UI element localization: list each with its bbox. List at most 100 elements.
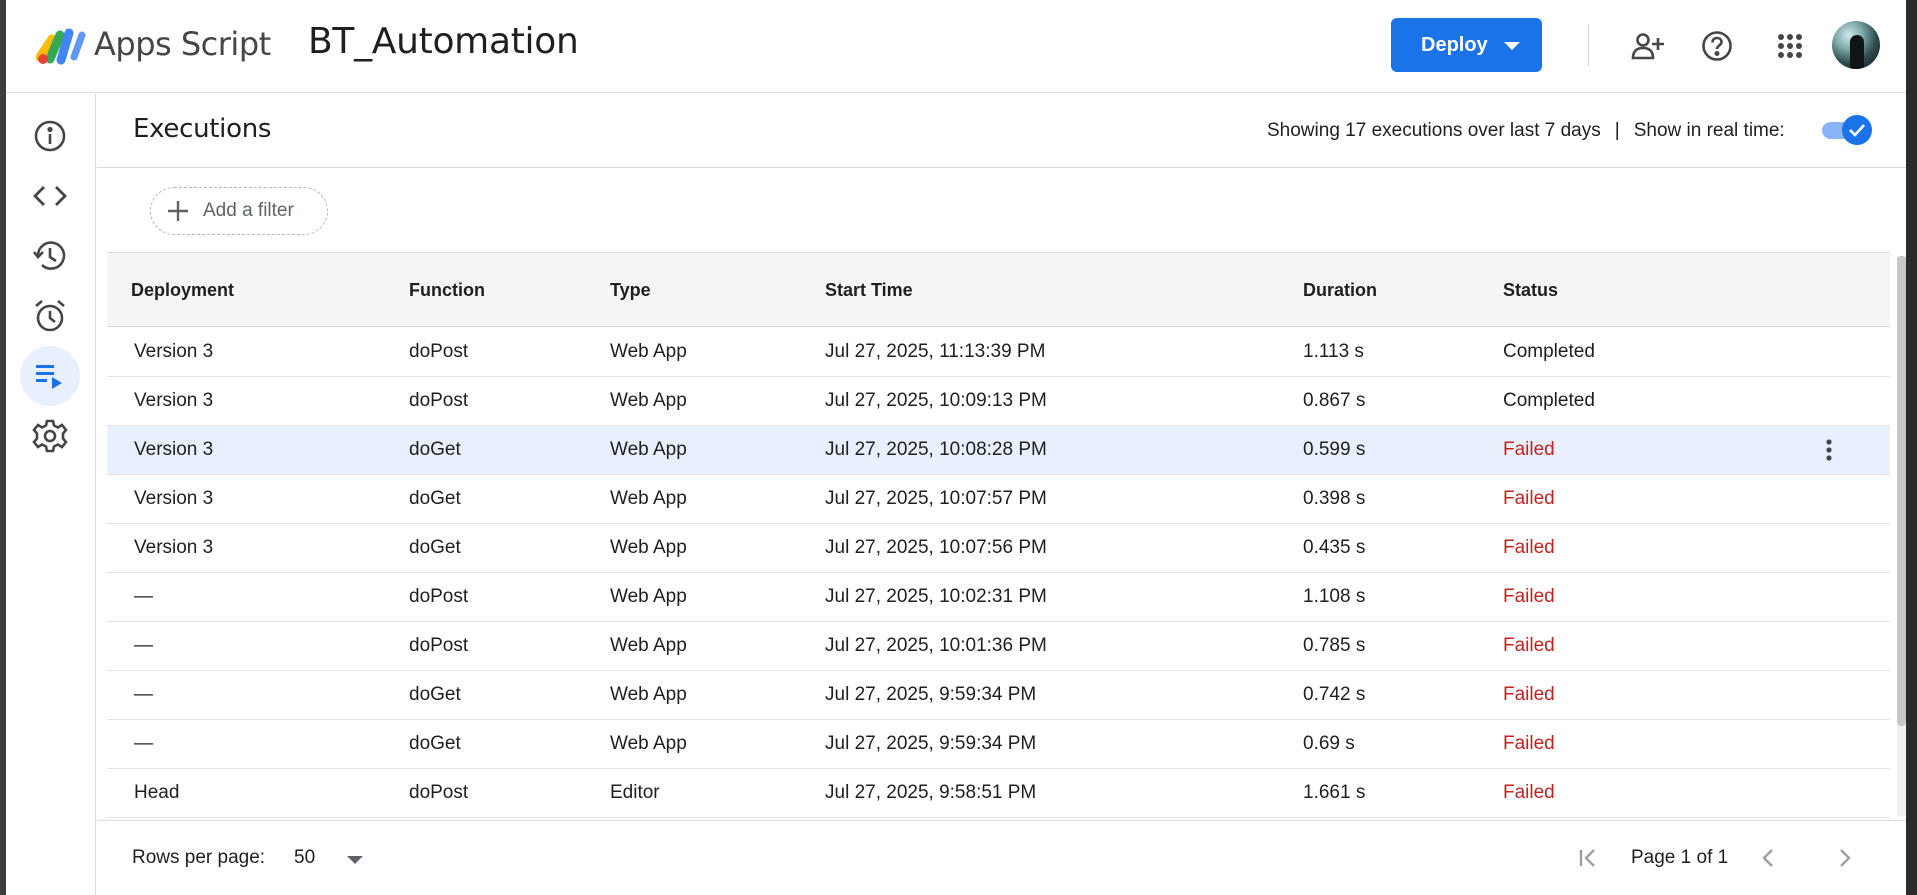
next-page-icon[interactable] [1830,843,1860,873]
cell-type: Web App [610,635,687,656]
scrollbar-thumb[interactable] [1897,256,1906,726]
apps-script-logo[interactable] [36,27,86,67]
cell-status: Failed [1503,733,1555,754]
header-divider [1588,24,1589,66]
cell-start-time: Jul 27, 2025, 10:01:36 PM [825,635,1047,656]
cell-deployment: — [134,635,153,656]
page-indicator: Page 1 of 1 [1631,847,1729,868]
cell-start-time: Jul 27, 2025, 11:13:39 PM [825,341,1046,362]
apps-grid-icon[interactable] [1770,26,1810,66]
cell-duration: 0.599 s [1303,439,1366,460]
executions-table: Deployment Function Type Start Time Dura… [107,252,1890,818]
table-row[interactable]: — doGet Web App Jul 27, 2025, 9:59:34 PM… [107,720,1890,769]
more-vert-icon[interactable] [1817,438,1841,462]
cell-deployment: — [134,733,153,754]
cell-status: Failed [1503,684,1555,705]
cell-deployment: Version 3 [134,537,214,558]
realtime-toggle[interactable] [1818,113,1874,147]
column-header-type[interactable]: Type [610,280,651,301]
cell-function: doPost [409,586,469,607]
sidebar-item-project-settings[interactable] [20,406,80,466]
cell-type: Web App [610,390,687,411]
previous-page-icon[interactable] [1753,843,1783,873]
cell-function: doPost [409,782,469,803]
info-icon [34,120,66,152]
cell-duration: 0.867 s [1303,390,1366,411]
cell-status: Failed [1503,537,1555,558]
help-icon[interactable] [1697,26,1737,66]
table-row[interactable]: Version 3 doPost Web App Jul 27, 2025, 1… [107,377,1890,426]
cell-type: Web App [610,341,687,362]
cell-start-time: Jul 27, 2025, 9:59:34 PM [825,733,1037,754]
cell-function: doPost [409,390,469,411]
table-row[interactable]: Version 3 doGet Web App Jul 27, 2025, 10… [107,524,1890,573]
summary-divider: | [1614,120,1620,141]
sidebar-item-triggers[interactable] [20,286,80,346]
plus-icon [167,200,189,222]
column-header-duration[interactable]: Duration [1303,280,1377,301]
cell-duration: 1.108 s [1303,586,1366,607]
sidebar [6,94,96,895]
cell-deployment: — [134,684,153,705]
sidebar-item-overview[interactable] [20,106,80,166]
table-row[interactable]: — doPost Web App Jul 27, 2025, 10:01:36 … [107,622,1890,671]
add-person-icon[interactable] [1628,26,1668,66]
cell-function: doGet [409,488,461,509]
cell-type: Web App [610,537,687,558]
alarm-icon [35,300,65,332]
cell-status: Completed [1503,341,1595,362]
cell-type: Web App [610,733,687,754]
sidebar-item-editor[interactable] [20,166,80,226]
cell-deployment: — [134,586,153,607]
code-icon [33,186,67,206]
realtime-label: Show in real time: [1633,120,1785,141]
cell-start-time: Jul 27, 2025, 10:07:56 PM [825,537,1047,558]
cell-type: Web App [610,439,687,460]
cell-status: Failed [1503,782,1555,803]
history-icon [33,241,66,270]
cell-start-time: Jul 27, 2025, 10:08:28 PM [825,439,1047,460]
add-filter-button[interactable]: Add a filter [150,187,328,235]
apps-script-window: Apps Script BT_Automation Deploy Executi… [6,0,1906,895]
cell-start-time: Jul 27, 2025, 9:59:34 PM [825,684,1037,705]
cell-start-time: Jul 27, 2025, 10:09:13 PM [825,390,1047,411]
sidebar-item-executions[interactable] [20,346,80,406]
rows-per-page-label: Rows per page: [132,847,266,868]
avatar[interactable] [1832,21,1880,69]
page-title: Executions [133,114,272,144]
table-row[interactable]: — doGet Web App Jul 27, 2025, 9:59:34 PM… [107,671,1890,720]
column-header-function[interactable]: Function [409,280,485,301]
toggle-knob [1842,115,1872,145]
check-icon [1849,124,1865,137]
executions-summary: Showing 17 executions over last 7 days | S… [1267,120,1785,142]
cell-start-time: Jul 27, 2025, 9:58:51 PM [825,782,1037,803]
column-header-status[interactable]: Status [1503,280,1558,301]
cell-function: doPost [409,635,469,656]
table-footer: Rows per page: 50 Page 1 of 1 [97,820,1906,895]
table-row[interactable]: — doPost Web App Jul 27, 2025, 10:02:31 … [107,573,1890,622]
sidebar-item-project-history[interactable] [20,226,80,286]
deploy-button[interactable]: Deploy [1391,18,1542,72]
cell-type: Web App [610,684,687,705]
table-row[interactable]: Version 3 doPost Web App Jul 27, 2025, 1… [107,328,1890,377]
table-row[interactable]: Version 3 doGet Web App Jul 27, 2025, 10… [107,475,1890,524]
cell-deployment: Head [134,782,180,803]
column-header-deployment[interactable]: Deployment [131,280,234,301]
chevron-down-icon[interactable] [347,856,363,864]
cell-function: doGet [409,439,461,460]
project-title[interactable]: BT_Automation [308,21,579,62]
table-row[interactable]: Head doPost Editor Jul 27, 2025, 9:58:51… [107,769,1890,818]
cell-status: Failed [1503,635,1555,656]
table-row-selected[interactable]: Version 3 doGet Web App Jul 27, 2025, 10… [107,426,1890,475]
cell-deployment: Version 3 [134,390,214,411]
cell-deployment: Version 3 [134,341,214,362]
cell-function: doPost [409,341,469,362]
first-page-icon[interactable] [1574,843,1604,873]
cell-function: doGet [409,537,461,558]
cell-duration: 1.661 s [1303,782,1366,803]
column-header-start-time[interactable]: Start Time [825,280,913,301]
table-scrollbar[interactable] [1897,256,1906,816]
rows-per-page-select[interactable]: 50 [294,847,315,869]
cell-duration: 0.69 s [1303,733,1355,754]
executions-icon [36,365,62,389]
